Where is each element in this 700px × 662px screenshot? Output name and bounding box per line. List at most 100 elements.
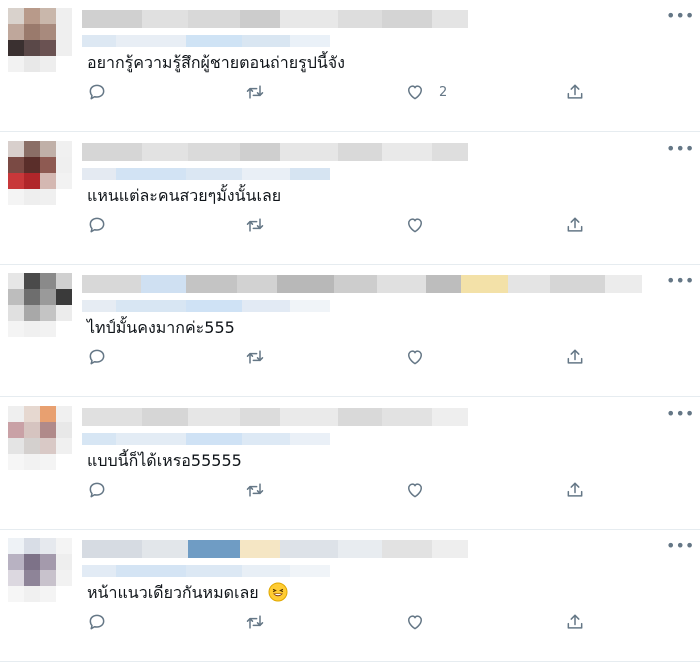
avatar-pixel bbox=[24, 172, 40, 189]
avatar-pixel bbox=[8, 421, 24, 438]
reply-icon bbox=[89, 217, 105, 232]
retweet-button[interactable] bbox=[245, 345, 265, 369]
avatar[interactable] bbox=[8, 538, 72, 602]
like-button[interactable]: 2 bbox=[405, 80, 447, 104]
reply-item[interactable]: ••• หน้าแนวเดียวกันหมดเลย bbox=[0, 530, 700, 662]
handle-pixel bbox=[290, 35, 330, 47]
display-name-blurred[interactable] bbox=[82, 538, 642, 560]
display-name-blurred[interactable] bbox=[82, 406, 642, 428]
retweet-icon bbox=[246, 85, 264, 99]
avatar-pixel bbox=[40, 172, 56, 189]
like-button[interactable] bbox=[405, 478, 439, 502]
avatar-pixel bbox=[8, 40, 24, 56]
reply-item[interactable]: ••• ไทป์มั้นคงมากค่ะ555 bbox=[0, 265, 700, 397]
name-pixel bbox=[280, 540, 338, 558]
handle-pixel bbox=[242, 565, 290, 577]
reply-button[interactable] bbox=[87, 80, 107, 104]
avatar-pixel bbox=[56, 140, 72, 157]
handle-pixel bbox=[116, 432, 186, 445]
display-name-blurred[interactable] bbox=[82, 141, 642, 163]
name-pixel bbox=[142, 142, 188, 161]
avatar-pixel bbox=[56, 56, 72, 72]
avatar-pixel bbox=[56, 289, 72, 305]
handle-pixel bbox=[242, 300, 290, 312]
avatar[interactable] bbox=[8, 140, 72, 205]
avatar-pixel bbox=[24, 273, 40, 289]
name-pixel bbox=[82, 275, 141, 293]
more-icon[interactable]: ••• bbox=[666, 538, 694, 554]
avatar-pixel bbox=[40, 586, 56, 602]
name-pixel bbox=[432, 540, 468, 558]
like-button[interactable] bbox=[405, 345, 439, 369]
reply-text: หน้าแนวเดียวกันหมดเลย bbox=[87, 582, 288, 604]
display-name-blurred[interactable] bbox=[82, 8, 642, 30]
display-name-blurred[interactable] bbox=[82, 273, 643, 295]
heart-icon bbox=[408, 85, 422, 100]
handle-pixel bbox=[82, 167, 116, 180]
avatar-pixel bbox=[24, 405, 40, 422]
avatar-pixel bbox=[56, 453, 72, 470]
avatar-pixel bbox=[8, 305, 24, 321]
name-pixel bbox=[338, 407, 382, 426]
avatar-pixel bbox=[40, 156, 56, 173]
avatar-pixel bbox=[56, 8, 72, 24]
retweet-button[interactable] bbox=[245, 80, 265, 104]
avatar-pixel bbox=[40, 453, 56, 470]
reply-button[interactable] bbox=[87, 610, 107, 634]
share-button[interactable] bbox=[565, 478, 585, 502]
heart-icon bbox=[408, 615, 422, 630]
handle-blurred bbox=[82, 167, 482, 181]
retweet-button[interactable] bbox=[245, 213, 265, 237]
reply-item[interactable]: ••• แบบนี้ก็ได้เหรอ55555 bbox=[0, 398, 700, 530]
handle-pixel bbox=[82, 565, 116, 577]
reply-button[interactable] bbox=[87, 213, 107, 237]
avatar-pixel bbox=[40, 289, 56, 305]
handle-pixel bbox=[290, 167, 330, 180]
reply-item[interactable]: ••• แหนแต่ละคนสวยๆมั้งนั้นเลย bbox=[0, 133, 700, 265]
share-button[interactable] bbox=[565, 80, 585, 104]
handle-pixel bbox=[242, 35, 290, 47]
avatar[interactable] bbox=[8, 273, 72, 337]
more-icon[interactable]: ••• bbox=[666, 273, 694, 289]
name-pixel bbox=[382, 10, 432, 28]
retweet-button[interactable] bbox=[245, 478, 265, 502]
name-pixel bbox=[188, 407, 240, 426]
action-bar bbox=[87, 213, 587, 237]
avatar-pixel bbox=[40, 24, 56, 40]
more-icon[interactable]: ••• bbox=[666, 140, 694, 157]
avatar-pixel bbox=[8, 273, 24, 289]
avatar[interactable] bbox=[8, 8, 72, 72]
retweet-button[interactable] bbox=[245, 610, 265, 634]
action-bar: 2 bbox=[87, 80, 587, 104]
share-icon bbox=[567, 482, 583, 497]
reply-button[interactable] bbox=[87, 345, 107, 369]
reply-item[interactable]: ••• อยากรู้ความรู้สึกผู้ชายตอนถ่ายรูปนี้… bbox=[0, 0, 700, 132]
handle-pixel bbox=[116, 565, 186, 577]
avatar-pixel bbox=[24, 538, 40, 554]
reply-button[interactable] bbox=[87, 478, 107, 502]
name-pixel bbox=[461, 275, 509, 293]
avatar-pixel bbox=[24, 40, 40, 56]
share-button[interactable] bbox=[565, 610, 585, 634]
share-button[interactable] bbox=[565, 345, 585, 369]
name-pixel bbox=[142, 407, 188, 426]
avatar-pixel bbox=[40, 538, 56, 554]
avatar-pixel bbox=[56, 405, 72, 422]
name-pixel bbox=[240, 540, 280, 558]
heart-icon bbox=[408, 350, 422, 365]
avatar-pixel bbox=[24, 8, 40, 24]
name-pixel bbox=[82, 540, 142, 558]
avatar-pixel bbox=[56, 273, 72, 289]
avatar-pixel bbox=[24, 156, 40, 173]
name-pixel bbox=[188, 142, 240, 161]
name-pixel bbox=[82, 142, 142, 161]
name-pixel bbox=[338, 142, 382, 161]
like-button[interactable] bbox=[405, 610, 439, 634]
like-button[interactable] bbox=[405, 213, 439, 237]
share-button[interactable] bbox=[565, 213, 585, 237]
avatar-pixel bbox=[56, 40, 72, 56]
more-icon[interactable]: ••• bbox=[666, 405, 694, 422]
avatar-pixel bbox=[24, 188, 40, 205]
avatar[interactable] bbox=[8, 405, 72, 470]
more-icon[interactable]: ••• bbox=[666, 8, 694, 24]
